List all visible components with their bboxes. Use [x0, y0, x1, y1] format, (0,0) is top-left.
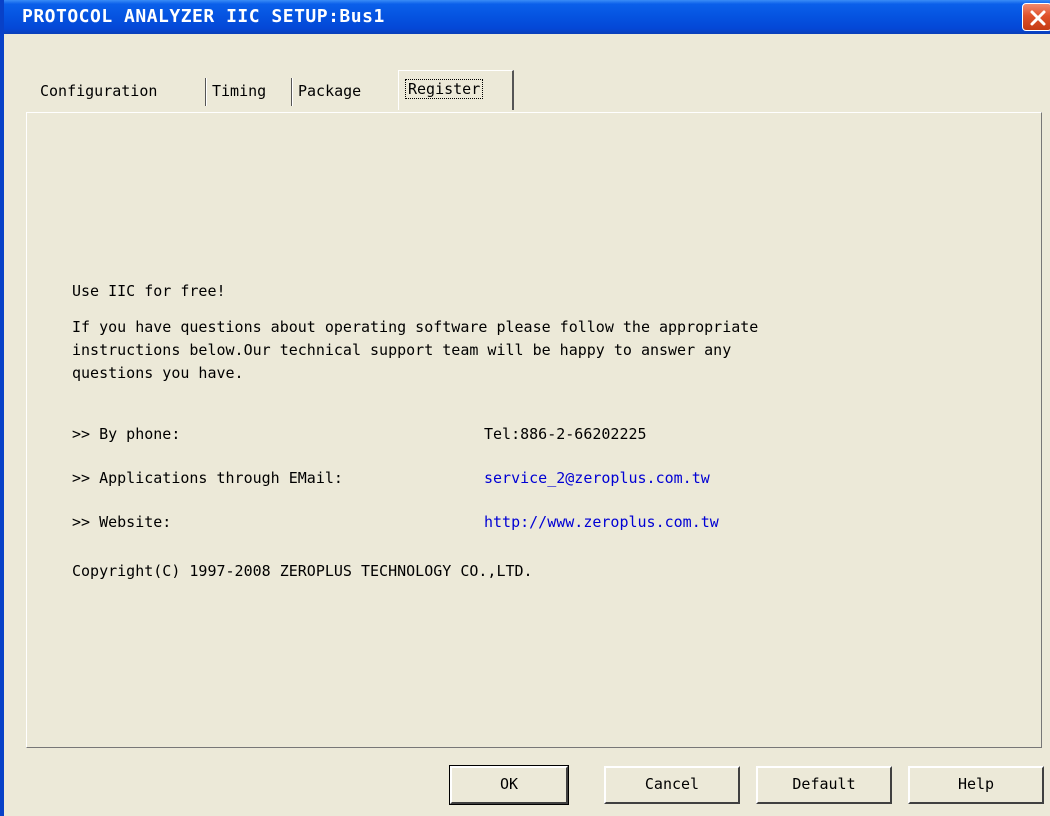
default-button[interactable]: Default — [756, 766, 892, 804]
phone-value: Tel:886-2-66202225 — [484, 425, 647, 443]
tab-configuration[interactable]: Configuration — [34, 74, 206, 110]
close-button[interactable] — [1022, 3, 1050, 31]
window-title: PROTOCOL ANALYZER IIC SETUP:Bus1 — [22, 6, 385, 27]
phone-label: >> By phone: — [72, 425, 181, 443]
tab-timing[interactable]: Timing — [206, 74, 292, 110]
cancel-button[interactable]: Cancel — [604, 766, 740, 804]
intro-line-1: If you have questions about operating so… — [72, 318, 759, 336]
tab-label: Register — [405, 79, 484, 99]
tab-label: Package — [298, 82, 362, 100]
help-button[interactable]: Help — [908, 766, 1044, 804]
email-label: >> Applications through EMail: — [72, 469, 343, 487]
website-link[interactable]: http://www.zeroplus.com.tw — [484, 513, 719, 531]
website-label: >> Website: — [72, 513, 172, 531]
title-bar[interactable]: PROTOCOL ANALYZER IIC SETUP:Bus1 — [4, 0, 1050, 34]
copyright-text: Copyright(C) 1997-2008 ZEROPLUS TECHNOLO… — [72, 562, 533, 580]
intro-line-2: instructions below.Our technical support… — [72, 341, 732, 359]
tab-label: Configuration — [40, 82, 158, 100]
headline: Use IIC for free! — [72, 282, 226, 300]
tab-package[interactable]: Package — [292, 74, 398, 110]
tab-label: Timing — [212, 82, 267, 100]
ok-button[interactable]: OK — [449, 765, 569, 805]
intro-line-3: questions you have. — [72, 364, 244, 382]
setup-dialog: PROTOCOL ANALYZER IIC SETUP:Bus1 Configu… — [0, 0, 1050, 816]
tab-register[interactable]: Register — [398, 70, 514, 110]
email-link[interactable]: service_2@zeroplus.com.tw — [484, 469, 710, 487]
